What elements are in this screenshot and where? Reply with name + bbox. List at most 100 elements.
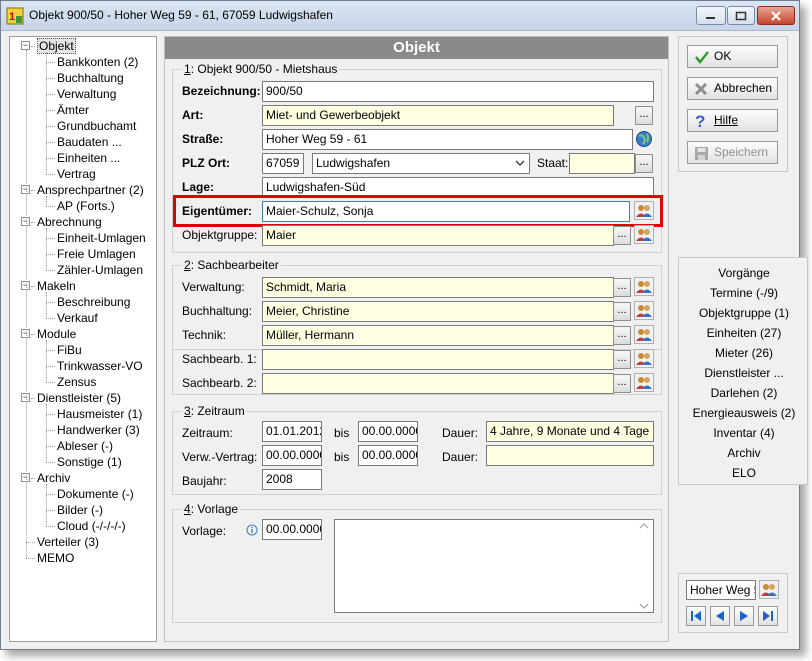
ort-select[interactable]: Ludwigshafen (312, 153, 530, 174)
save-button[interactable]: Speichern (687, 141, 778, 164)
minimize-button[interactable] (696, 6, 726, 25)
tree-item[interactable]: Ableser (-) (57, 438, 113, 454)
tree-item[interactable]: Beschreibung (57, 294, 130, 310)
tree-item[interactable]: Zähler-Umlagen (57, 262, 143, 278)
sachbearbeiter-contacts-button[interactable] (634, 373, 654, 392)
links-panel: Vorgänge Termine (-/9) Objektgruppe (1) Ein… (678, 257, 808, 485)
bezeichnung-field[interactable]: 900/50 (262, 81, 654, 102)
sachbearbeiter-browse-button[interactable]: ... (613, 326, 631, 345)
tree-item[interactable]: Bilder (-) (57, 502, 103, 518)
link-item[interactable]: Darlehen (2) (679, 386, 809, 400)
tree-item[interactable]: Einheit-Umlagen (57, 230, 146, 246)
tree-item[interactable]: Trinkwasser-VO (57, 358, 143, 374)
tree-item[interactable]: Baudaten ... (57, 134, 122, 150)
search-contacts-button[interactable] (759, 580, 779, 599)
tree-item[interactable]: Grundbuchamt (57, 118, 136, 134)
sachbearbeiter-browse-button[interactable]: ... (613, 302, 631, 321)
tree-item[interactable]: Dokumente (-) (57, 486, 134, 502)
plz-field[interactable]: 67059 (262, 153, 304, 174)
tree-item[interactable]: Buchhaltung (57, 70, 124, 86)
tree-item[interactable]: FiBu (57, 342, 82, 358)
staat-field[interactable] (569, 153, 635, 174)
sachbearbeiter-browse-button[interactable]: ... (613, 278, 631, 297)
last-record-button[interactable] (758, 606, 778, 626)
tree-item[interactable]: Hausmeister (1) (57, 406, 142, 422)
tree-item[interactable]: Bankkonten (2) (57, 54, 138, 70)
link-item[interactable]: Archiv (679, 446, 809, 460)
sachbearbeiter-contacts-button[interactable] (634, 325, 654, 344)
maximize-button[interactable] (727, 6, 755, 25)
art-field[interactable]: Miet- und Gewerbeobjekt (262, 105, 614, 126)
tree-item[interactable]: Verwaltung (57, 86, 116, 102)
sachbearbeiter-contacts-button[interactable] (634, 277, 654, 296)
tree-item[interactable]: Module (37, 326, 76, 342)
objektgruppe-browse-button[interactable]: ... (613, 226, 631, 245)
sachbearbeiter-browse-button[interactable]: ... (613, 374, 631, 393)
next-record-button[interactable] (734, 606, 754, 626)
tree-connector (46, 270, 55, 271)
verw-to-field[interactable]: 00.00.0000 (358, 445, 418, 466)
tree-item[interactable]: Makeln (37, 278, 76, 294)
link-item[interactable]: ELO (679, 466, 809, 480)
search-field[interactable]: Hoher Weg 5 (686, 580, 756, 600)
link-item[interactable]: Vorgänge (679, 266, 809, 280)
sachbearbeiter-contacts-button[interactable] (634, 349, 654, 368)
tree-item[interactable]: Freie Umlagen (57, 246, 136, 262)
verw-vertrag-label: Verw.-Vertrag: (182, 450, 258, 464)
tree-item-label: Ansprechpartner (2) (37, 183, 144, 197)
tree-item[interactable]: Vertrag (57, 166, 96, 182)
tree-item[interactable]: Zensus (57, 374, 96, 390)
link-item[interactable]: Inventar (4) (679, 426, 809, 440)
info-icon[interactable] (246, 524, 258, 536)
previous-record-button[interactable] (710, 606, 730, 626)
link-item[interactable]: Dienstleister ... (679, 366, 809, 380)
cancel-button[interactable]: Abbrechen (687, 77, 778, 100)
vorlage-text-area[interactable] (334, 519, 654, 613)
globe-icon[interactable] (635, 130, 653, 148)
group-vorlage: 4: Vorlage Vorlage: 00.00.0000 (172, 502, 662, 623)
objektgruppe-contacts-button[interactable] (634, 225, 654, 244)
sachbearbeiter-contacts-button[interactable] (634, 301, 654, 320)
tree-item[interactable]: Cloud (-/-/-/-) (57, 518, 126, 534)
link-item[interactable]: Objektgruppe (1) (679, 306, 809, 320)
sachbearbeiter-field[interactable] (262, 349, 614, 370)
objektgruppe-field[interactable]: Maier (262, 225, 614, 246)
baujahr-field[interactable]: 2008 (262, 469, 322, 490)
tree-item[interactable]: Handwerker (3) (57, 422, 140, 438)
help-button[interactable]: ? Hilfe (687, 109, 778, 132)
link-item[interactable]: Energieausweis (2) (679, 406, 809, 420)
zeitraum-to-field[interactable]: 00.00.0000 (358, 421, 418, 442)
scrollbar[interactable] (639, 522, 649, 610)
tree-toggle[interactable]: − (21, 41, 30, 50)
vorlage-date-field[interactable]: 00.00.0000 (262, 519, 322, 540)
ok-button[interactable]: OK (687, 45, 778, 68)
sachbearbeiter-field[interactable]: Müller, Hermann (262, 325, 614, 346)
sachbearbeiter-field[interactable] (262, 373, 614, 394)
tree-item[interactable]: AP (Forts.) (57, 198, 115, 214)
tree-item[interactable]: Archiv (37, 470, 70, 486)
first-record-button[interactable] (686, 606, 706, 626)
strasse-field[interactable]: Hoher Weg 59 - 61 (262, 129, 633, 150)
verw-from-field[interactable]: 00.00.0000 (262, 445, 322, 466)
link-item[interactable]: Termine (-/9) (679, 286, 809, 300)
tree-item[interactable]: Sonstige (1) (57, 454, 122, 470)
tree-item[interactable]: Einheiten ... (57, 150, 120, 166)
close-button[interactable] (757, 6, 795, 25)
sachbearbeiter-field[interactable]: Meier, Christine (262, 301, 614, 322)
sachbearbeiter-browse-button[interactable]: ... (613, 350, 631, 369)
zeitraum-from-field[interactable]: 01.01.2012 (262, 421, 322, 442)
link-item[interactable]: Mieter (26) (679, 346, 809, 360)
link-item[interactable]: Einheiten (27) (679, 326, 809, 340)
tree-item[interactable]: Ämter (57, 102, 89, 118)
tree-item[interactable]: Verteiler (3) (37, 534, 99, 550)
tree-item[interactable]: Dienstleister (5) (37, 390, 121, 406)
tree-item[interactable]: Verkauf (57, 310, 98, 326)
art-browse-button[interactable]: ... (635, 106, 653, 125)
people-icon (636, 353, 652, 365)
tree-item[interactable]: Ansprechpartner (2) (37, 182, 144, 198)
tree-connector (46, 494, 55, 495)
tree-item[interactable]: MEMO (37, 550, 74, 566)
tree-item[interactable]: Objekt (37, 38, 76, 54)
staat-browse-button[interactable]: ... (635, 154, 653, 173)
sachbearbeiter-field[interactable]: Schmidt, Maria (262, 277, 614, 298)
